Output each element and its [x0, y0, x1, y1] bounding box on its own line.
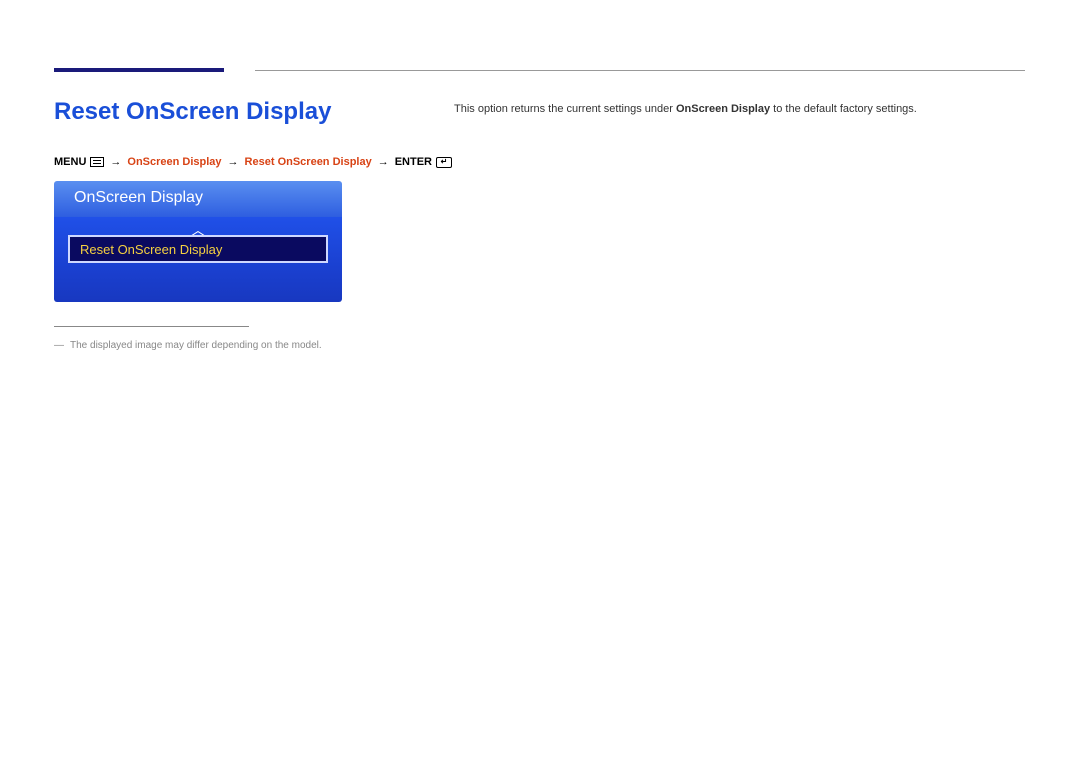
footnote-content: The displayed image may differ depending… — [70, 340, 322, 351]
accent-bar — [54, 68, 224, 72]
enter-icon: ↵ — [436, 157, 452, 168]
page-title: Reset OnScreen Display — [54, 98, 331, 126]
breadcrumb-menu-label: MENU — [54, 156, 86, 168]
arrow-icon: → — [110, 156, 121, 168]
arrow-icon: → — [378, 156, 389, 168]
osd-menu-item-reset[interactable]: Reset OnScreen Display — [68, 235, 328, 263]
description-pre: This option returns the current settings… — [454, 103, 676, 115]
footnote-text: ― The displayed image may differ dependin… — [54, 340, 322, 351]
breadcrumb-crumb-2: Reset OnScreen Display — [245, 156, 372, 168]
description-bold-term: OnScreen Display — [676, 103, 770, 115]
footnote-dash: ― — [54, 340, 64, 351]
description-post: to the default factory settings. — [770, 103, 917, 115]
osd-panel-body: ︿ Reset OnScreen Display — [54, 217, 342, 302]
breadcrumb: MENU → OnScreen Display → Reset OnScreen… — [54, 156, 452, 168]
description-text: This option returns the current settings… — [454, 103, 917, 115]
breadcrumb-crumb-1: OnScreen Display — [127, 156, 221, 168]
breadcrumb-enter-label: ENTER — [395, 156, 432, 168]
osd-panel: OnScreen Display ︿ Reset OnScreen Displa… — [54, 181, 342, 302]
footnote-divider — [54, 326, 249, 327]
menu-icon — [90, 157, 104, 167]
arrow-icon: → — [228, 156, 239, 168]
osd-panel-header: OnScreen Display — [54, 181, 342, 217]
divider-line — [255, 70, 1025, 71]
